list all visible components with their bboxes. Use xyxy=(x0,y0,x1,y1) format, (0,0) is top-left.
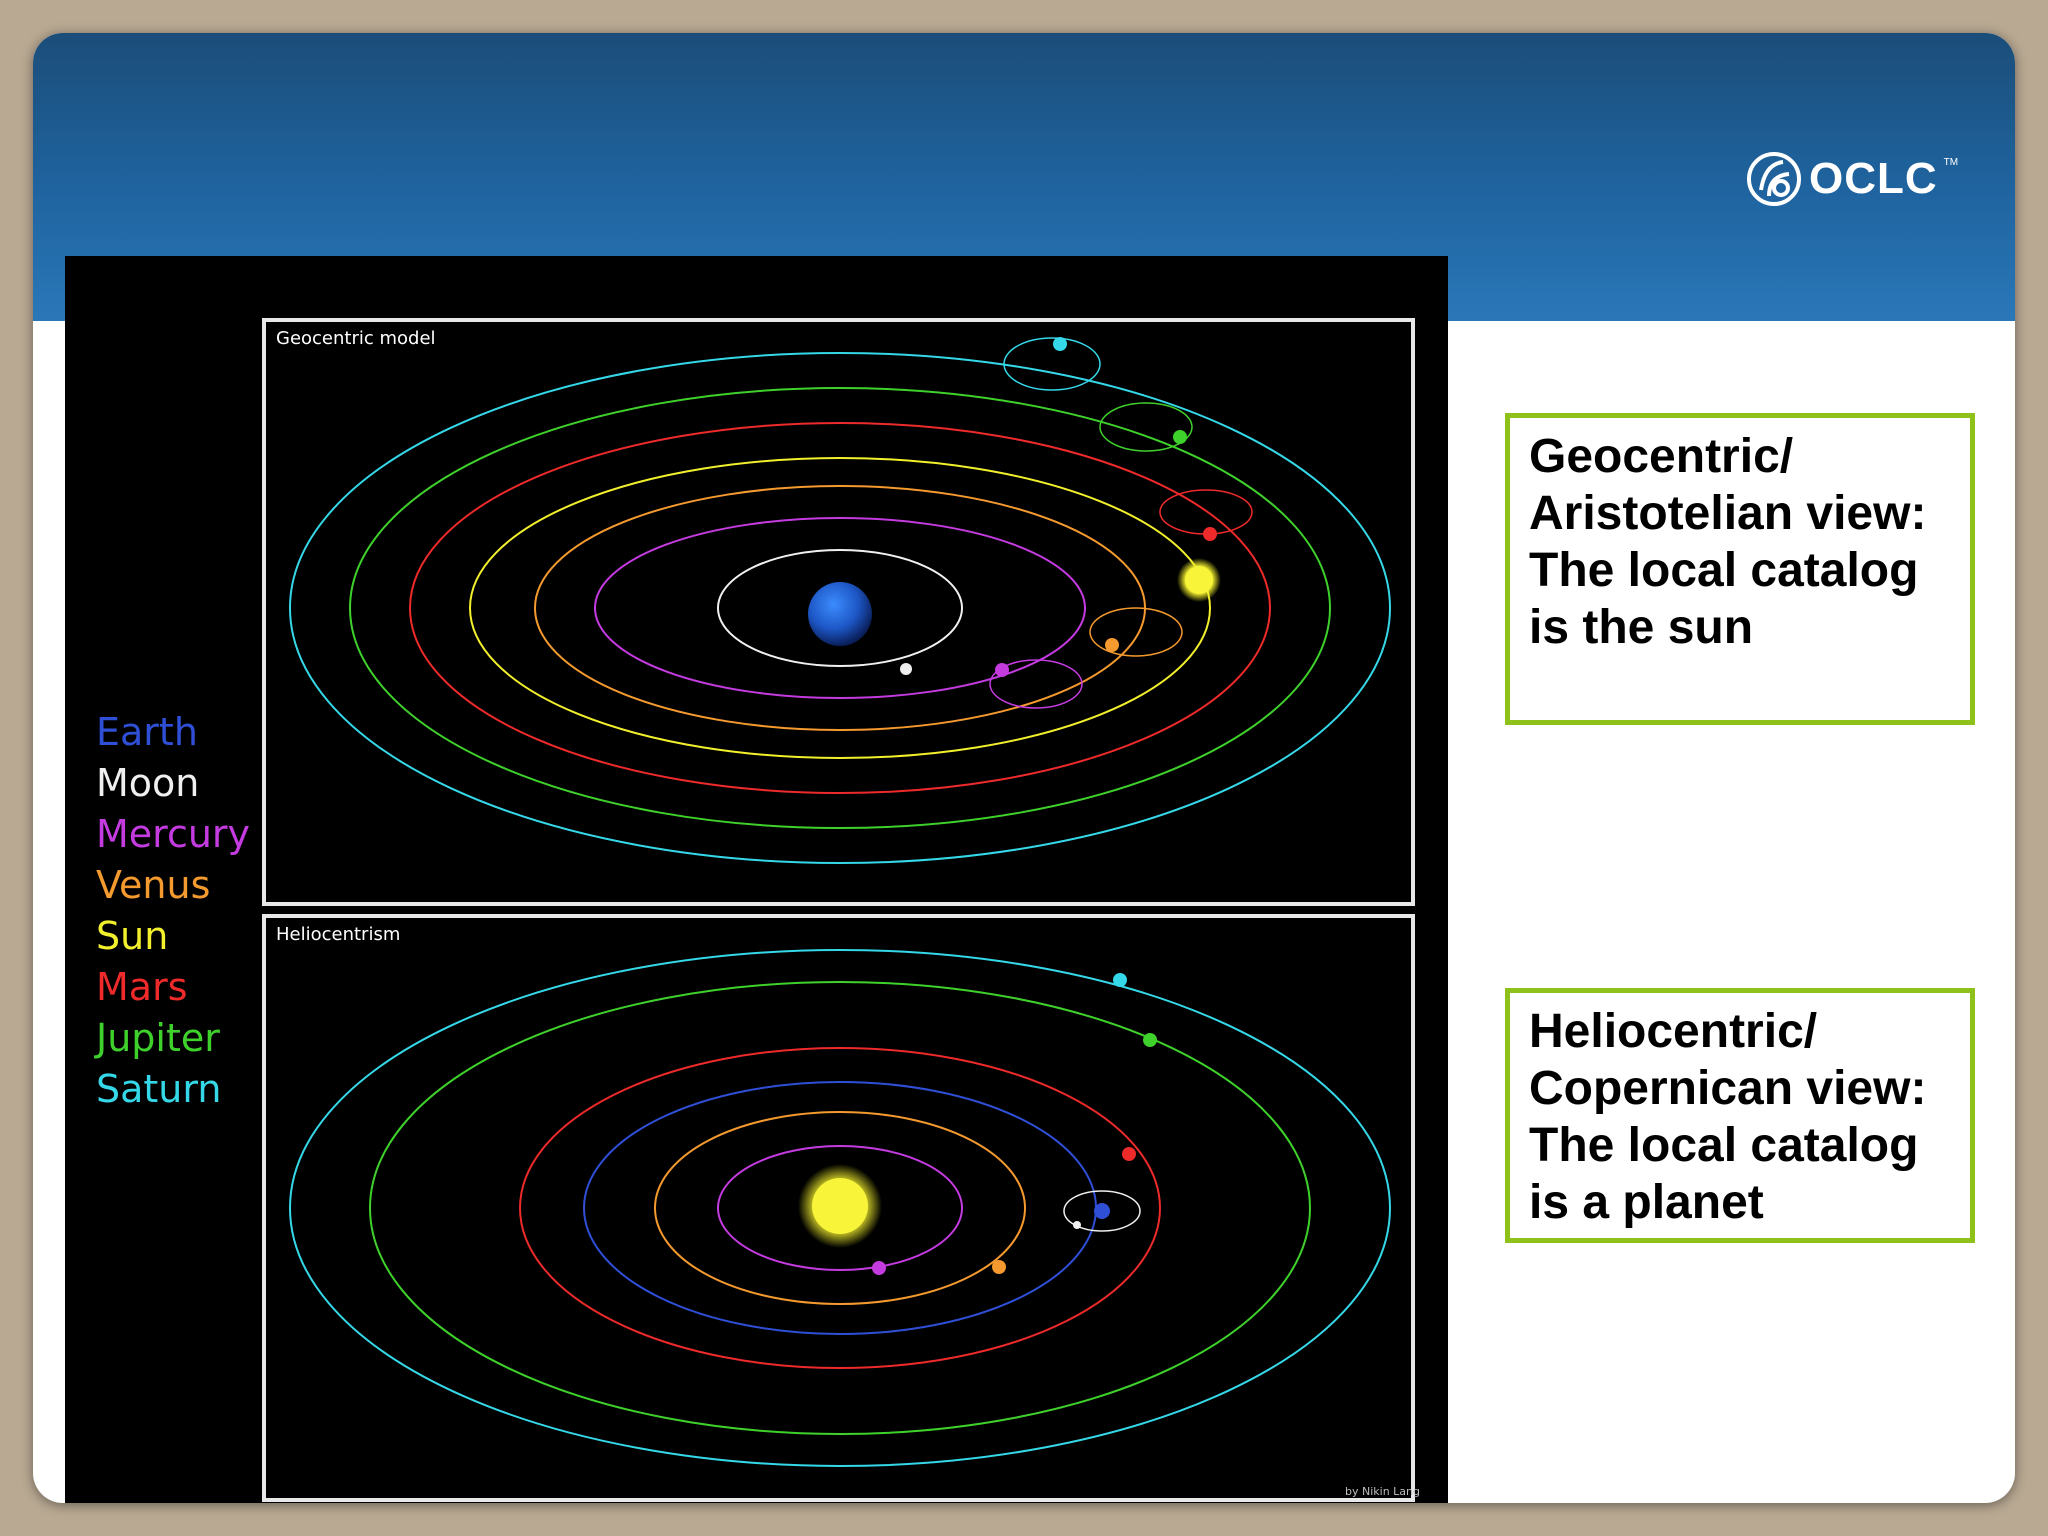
legend-item-sun: Sun xyxy=(96,914,169,958)
venus-body xyxy=(1105,638,1119,652)
sun-body xyxy=(1185,566,1213,594)
earth-body xyxy=(1094,1203,1110,1219)
geocentric-diagram xyxy=(289,337,1391,864)
mars-body xyxy=(1122,1147,1136,1161)
oclc-logo-icon xyxy=(1747,152,1801,206)
oclc-logo-tm: TM xyxy=(1943,157,1959,168)
epicycle-saturn xyxy=(1003,337,1101,391)
figure-credit: by Nikin Lang xyxy=(1345,1485,1420,1498)
epicycle-venus xyxy=(1089,607,1183,657)
heliocentric-callout-text: Heliocentric/ Copernican view: The local… xyxy=(1529,1005,1927,1229)
epicycle-jupiter xyxy=(1099,402,1193,452)
sun-body xyxy=(812,1178,868,1234)
earth-body xyxy=(808,582,872,646)
moon-body xyxy=(1073,1221,1081,1229)
saturn-body xyxy=(1113,973,1127,987)
planet-legend: Earth Moon Mercury Venus Sun Mars Jupite… xyxy=(96,707,250,1115)
jupiter-body xyxy=(1143,1033,1157,1047)
geocentric-callout-text: Geocentric/ Aristotelian view: The local… xyxy=(1529,430,1927,654)
solar-system-figure: Earth Moon Mercury Venus Sun Mars Jupite… xyxy=(65,256,1448,1503)
geocentric-panel: Geocentric model xyxy=(262,318,1415,906)
mercury-body xyxy=(995,663,1009,677)
venus-body xyxy=(992,1260,1006,1274)
legend-item-earth: Earth xyxy=(96,710,198,754)
oclc-logo-text: OCLC xyxy=(1809,154,1938,203)
legend-item-saturn: Saturn xyxy=(96,1067,222,1111)
legend-item-moon: Moon xyxy=(96,761,200,805)
mars-body xyxy=(1203,527,1217,541)
heliocentric-title: Heliocentrism xyxy=(276,924,401,945)
slide: OCLC TM Earth Moon Mercury Venus Sun Mar… xyxy=(33,33,2015,1503)
geocentric-title: Geocentric model xyxy=(276,328,436,349)
mercury-body xyxy=(872,1261,886,1275)
heliocentric-panel: Heliocentrism xyxy=(262,914,1415,1502)
saturn-body xyxy=(1053,337,1067,351)
legend-item-mars: Mars xyxy=(96,965,188,1009)
moon-body xyxy=(900,663,912,675)
heliocentric-callout: Heliocentric/ Copernican view: The local… xyxy=(1505,988,1975,1243)
jupiter-body xyxy=(1173,430,1187,444)
legend-item-venus: Venus xyxy=(96,863,211,907)
heliocentric-diagram xyxy=(289,949,1391,1467)
legend-item-jupiter: Jupiter xyxy=(96,1016,220,1060)
oclc-logo: OCLC TM xyxy=(1745,149,1958,209)
legend-item-mercury: Mercury xyxy=(96,812,251,856)
geocentric-callout: Geocentric/ Aristotelian view: The local… xyxy=(1505,413,1975,725)
